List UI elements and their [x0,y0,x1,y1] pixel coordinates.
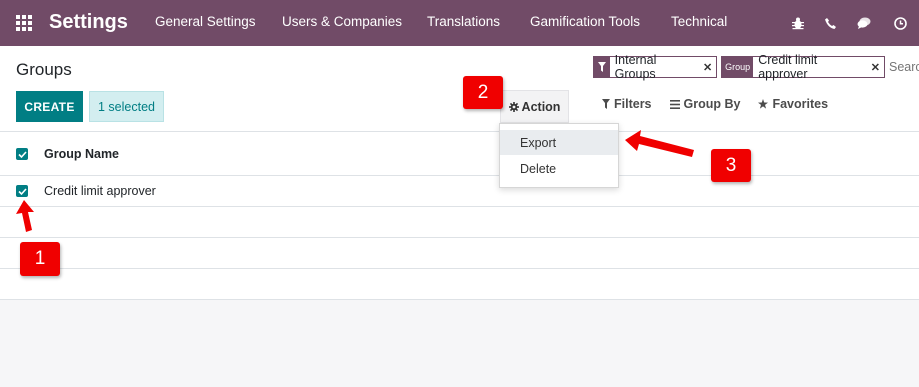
star-icon [758,99,769,109]
search-bar[interactable]: Internal Groups ✕ Group Credit limit app… [593,53,919,81]
list-view: Group Name Credit limit approver [0,132,919,300]
menu-general-settings[interactable]: General Settings [155,14,256,29]
search-facet-internal-groups[interactable]: Internal Groups ✕ [593,53,718,81]
annotation-badge-2: 2 [463,76,503,109]
filter-icon [602,99,610,109]
bug-icon[interactable] [783,0,813,46]
chat-icon[interactable] [847,0,881,46]
filters-label: Filters [614,97,652,111]
row-checkbox[interactable] [16,185,28,197]
facet-remove-icon[interactable]: ✕ [871,61,884,74]
page-title: Groups [16,60,72,79]
table-row-empty [0,269,919,300]
column-header-group-name[interactable]: Group Name [44,147,119,161]
apps-menu-icon[interactable] [16,15,32,31]
action-label: Action [521,99,561,114]
top-navbar: Settings General Settings Users & Compan… [0,0,919,46]
select-all-checkbox[interactable] [16,148,28,160]
control-panel: Groups Internal Groups ✕ Group Credit li… [0,46,919,132]
annotation-arrow-3 [625,130,694,157]
action-button[interactable]: Action [500,90,569,123]
phone-icon[interactable] [813,0,847,46]
facet-value: Internal Groups [614,53,657,81]
gear-icon [508,101,519,112]
menu-users-companies[interactable]: Users & Companies [282,14,402,29]
menu-gamification-tools[interactable]: Gamification Tools [530,14,640,29]
facet-remove-icon[interactable]: ✕ [703,61,716,74]
search-options: Filters Group By Favorites [602,97,828,111]
group-by-toggle[interactable]: Group By [669,97,741,111]
table-row-empty [0,207,919,238]
favorites-label: Favorites [772,97,829,111]
annotation-badge-3: 3 [711,149,751,182]
delete-menu-item[interactable]: Delete [500,156,618,181]
app-title[interactable]: Settings [49,11,128,34]
table-row-empty [0,238,919,269]
selected-count-badge: 1 selected [89,91,164,122]
annotation-badge-1: 1 [20,242,60,276]
filter-icon [594,57,610,77]
filters-toggle[interactable]: Filters [602,97,652,111]
annotation-arrow-1 [16,200,34,232]
facet-value: Credit limit approver [758,53,818,81]
group-name-cell: Credit limit approver [44,184,156,198]
create-button[interactable]: CREATE [16,91,83,122]
table-row[interactable]: Credit limit approver [0,176,919,207]
bars-icon [669,99,680,109]
favorites-toggle[interactable]: Favorites [758,97,828,111]
clock-icon[interactable] [881,0,919,46]
group-by-label: Group By [683,97,741,111]
facet-label: Group [722,57,754,77]
search-input[interactable] [889,60,919,74]
menu-technical[interactable]: Technical [671,14,727,29]
menu-translations[interactable]: Translations [427,14,500,29]
search-facet-group[interactable]: Group Credit limit approver ✕ [721,53,885,81]
action-dropdown-menu: Export Delete [499,123,619,188]
export-menu-item[interactable]: Export [500,130,618,155]
list-header: Group Name [0,132,919,176]
